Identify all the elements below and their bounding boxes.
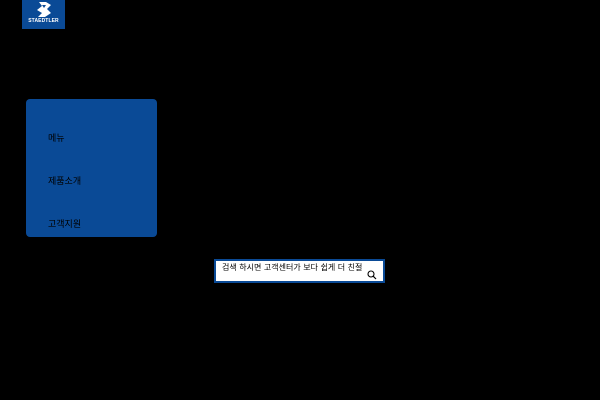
logo-text: STAEDTLER xyxy=(28,18,59,24)
search-input[interactable] xyxy=(222,263,362,272)
menu-item-products[interactable]: 제품소개 xyxy=(48,174,81,187)
brand-logo[interactable]: STAEDTLER xyxy=(22,0,65,29)
menu-item-main[interactable]: 메뉴 xyxy=(48,131,65,144)
staedtler-logo-icon xyxy=(36,2,51,17)
menu-item-support[interactable]: 고객지원 xyxy=(48,217,81,230)
search-icon[interactable] xyxy=(367,270,377,280)
navigation-menu: 메뉴 제품소개 고객지원 xyxy=(26,99,157,237)
search-box xyxy=(214,259,385,283)
